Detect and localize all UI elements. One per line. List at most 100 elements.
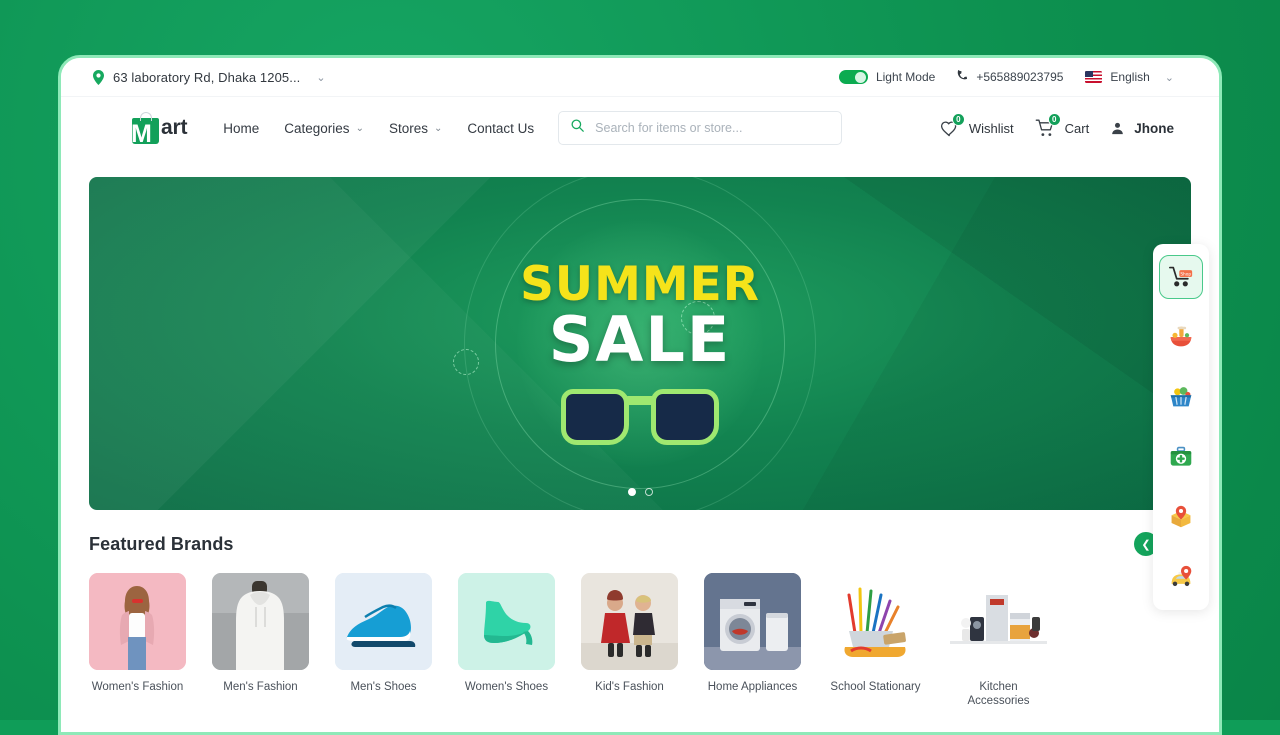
page-content: SUMMER SALE Featured Brands ❮ Women's Fa… <box>61 159 1219 709</box>
shopping-cart-icon: 0 <box>1035 112 1061 139</box>
nav-links: Home Categories ⌄ Stores ⌄ Contact Us <box>223 121 534 136</box>
search-icon <box>571 119 584 137</box>
brand-label: Women's Shoes <box>464 681 549 693</box>
featured-brands-list: Women's Fashion Men's Fashion Men's Shoe… <box>89 573 1191 708</box>
wishlist-count-badge: 0 <box>951 112 965 126</box>
hero-text: SUMMER SALE <box>89 257 1191 376</box>
wishlist-button[interactable]: 0 Wishlist <box>939 112 1014 139</box>
rail-item-shop[interactable]: Shop <box>1153 248 1209 306</box>
theme-label: Light Mode <box>875 70 936 84</box>
utility-bar: 63 laboratory Rd, Dhaka 1205... ⌄ Light … <box>61 58 1219 97</box>
user-name: Jhone <box>1134 120 1174 136</box>
browser-window: 63 laboratory Rd, Dhaka 1205... ⌄ Light … <box>58 55 1222 735</box>
chevron-down-icon: ⌄ <box>355 122 364 134</box>
brand-card[interactable]: Kitchen Accessories <box>950 573 1047 708</box>
nav-item-label: Home <box>223 120 260 136</box>
brand-card[interactable]: Women's Fashion <box>89 573 186 708</box>
theme-toggle[interactable]: Light Mode <box>838 70 936 84</box>
carousel-dot-1[interactable] <box>627 488 636 496</box>
chevron-down-icon: ⌄ <box>433 122 443 134</box>
brand-card[interactable]: Men's Shoes <box>335 573 432 708</box>
user-icon <box>1110 121 1125 136</box>
taxi-pin-icon <box>1159 555 1203 599</box>
hero-title-bottom: SALE <box>548 303 732 376</box>
nav-item-label: Stores <box>388 120 428 136</box>
heart-icon: 0 <box>939 112 965 139</box>
brand-label: Home Appliances <box>707 681 798 693</box>
featured-brands-header: Featured Brands ❮ ❯ <box>89 532 1191 556</box>
user-account-button[interactable]: Jhone <box>1110 121 1174 136</box>
brand-image <box>458 573 555 670</box>
wishlist-label: Wishlist <box>968 120 1014 136</box>
cart-count-badge: 0 <box>1047 112 1061 126</box>
brand-image <box>335 573 432 670</box>
brand-label: Men's Fashion <box>223 681 298 693</box>
chevron-left-icon: ❮ <box>1141 538 1151 551</box>
chevron-down-icon[interactable]: ⌄ <box>1165 71 1174 84</box>
language-selector[interactable]: English ⌄ <box>1085 70 1174 84</box>
chevron-down-icon[interactable]: ⌄ <box>316 71 325 84</box>
rail-item-ride[interactable] <box>1153 548 1209 606</box>
toggle-on-icon[interactable] <box>838 70 868 84</box>
rail-item-food[interactable] <box>1153 308 1209 366</box>
carousel-dots <box>89 488 1191 496</box>
nav-actions: 0 Wishlist 0 Cart Jhone <box>939 112 1174 139</box>
map-pin-icon <box>93 69 104 85</box>
cart-button[interactable]: 0 Cart <box>1035 112 1090 139</box>
brand-image <box>704 573 801 670</box>
floating-service-rail: Shop <box>1153 244 1209 610</box>
location-text: 63 laboratory Rd, Dhaka 1205... <box>113 69 301 85</box>
carousel-dot-2[interactable] <box>644 488 653 496</box>
brand-image <box>581 573 678 670</box>
brand-card[interactable]: Home Appliances <box>704 573 801 708</box>
language-label: English <box>1110 70 1150 84</box>
brand-card[interactable]: School Stationary <box>827 573 924 708</box>
brand-image <box>827 573 924 670</box>
hero-banner[interactable]: SUMMER SALE <box>89 177 1191 510</box>
nav-item-label: Contact Us <box>467 120 535 136</box>
brand-label: School Stationary <box>830 681 921 693</box>
logo-text: art <box>161 116 188 139</box>
nav-item-label: Categories <box>284 120 350 136</box>
phone-icon <box>957 69 969 85</box>
brand-label: Kid's Fashion <box>595 681 664 693</box>
brand-label: Men's Shoes <box>350 681 417 693</box>
shopping-cart-icon: Shop <box>1159 255 1203 299</box>
rail-item-parcel[interactable] <box>1153 488 1209 546</box>
cart-label: Cart <box>1064 120 1090 136</box>
nav-item-categories[interactable]: Categories ⌄ <box>284 121 364 136</box>
brand-card[interactable]: Kid's Fashion <box>581 573 678 708</box>
svg-text:Shop: Shop <box>1180 271 1191 277</box>
location-selector[interactable]: 63 laboratory Rd, Dhaka 1205... ⌄ <box>93 69 326 85</box>
brand-label: Women's Fashion <box>91 681 184 693</box>
site-logo[interactable]: M art <box>129 111 188 148</box>
brand-label: Kitchen Accessories <box>967 681 1030 708</box>
brand-image <box>950 573 1047 670</box>
brand-card[interactable]: Men's Fashion <box>212 573 309 708</box>
rail-item-grocery[interactable] <box>1153 368 1209 426</box>
brand-card[interactable]: Women's Shoes <box>458 573 555 708</box>
rail-item-pharmacy[interactable] <box>1153 428 1209 486</box>
logo-letter: M <box>131 119 152 148</box>
utility-bar-right: Light Mode +565889023795 English ⌄ <box>838 69 1174 85</box>
hero-title-top: SUMMER <box>520 257 760 312</box>
grocery-basket-icon <box>1159 375 1203 419</box>
desktop-background: 63 laboratory Rd, Dhaka 1205... ⌄ Light … <box>0 0 1280 735</box>
support-phone[interactable]: +565889023795 <box>957 69 1064 85</box>
nav-item-stores[interactable]: Stores ⌄ <box>389 121 442 136</box>
brand-image <box>89 573 186 670</box>
medical-kit-icon <box>1159 435 1203 479</box>
nav-item-contact-us[interactable]: Contact Us <box>467 121 534 136</box>
search-input[interactable] <box>595 121 830 135</box>
sunglasses-icon <box>561 389 719 451</box>
shopping-bag-icon: M <box>129 111 163 148</box>
search-bar[interactable] <box>558 111 843 145</box>
phone-number: +565889023795 <box>976 70 1064 84</box>
parcel-pin-icon <box>1159 495 1203 539</box>
us-flag-icon <box>1085 71 1103 83</box>
brand-image <box>212 573 309 670</box>
nav-item-home[interactable]: Home <box>223 121 259 136</box>
section-title: Featured Brands <box>89 533 234 554</box>
food-bowl-icon <box>1159 315 1203 359</box>
main-navigation: M art Home Categories ⌄ Stores ⌄ Contact… <box>61 97 1219 159</box>
